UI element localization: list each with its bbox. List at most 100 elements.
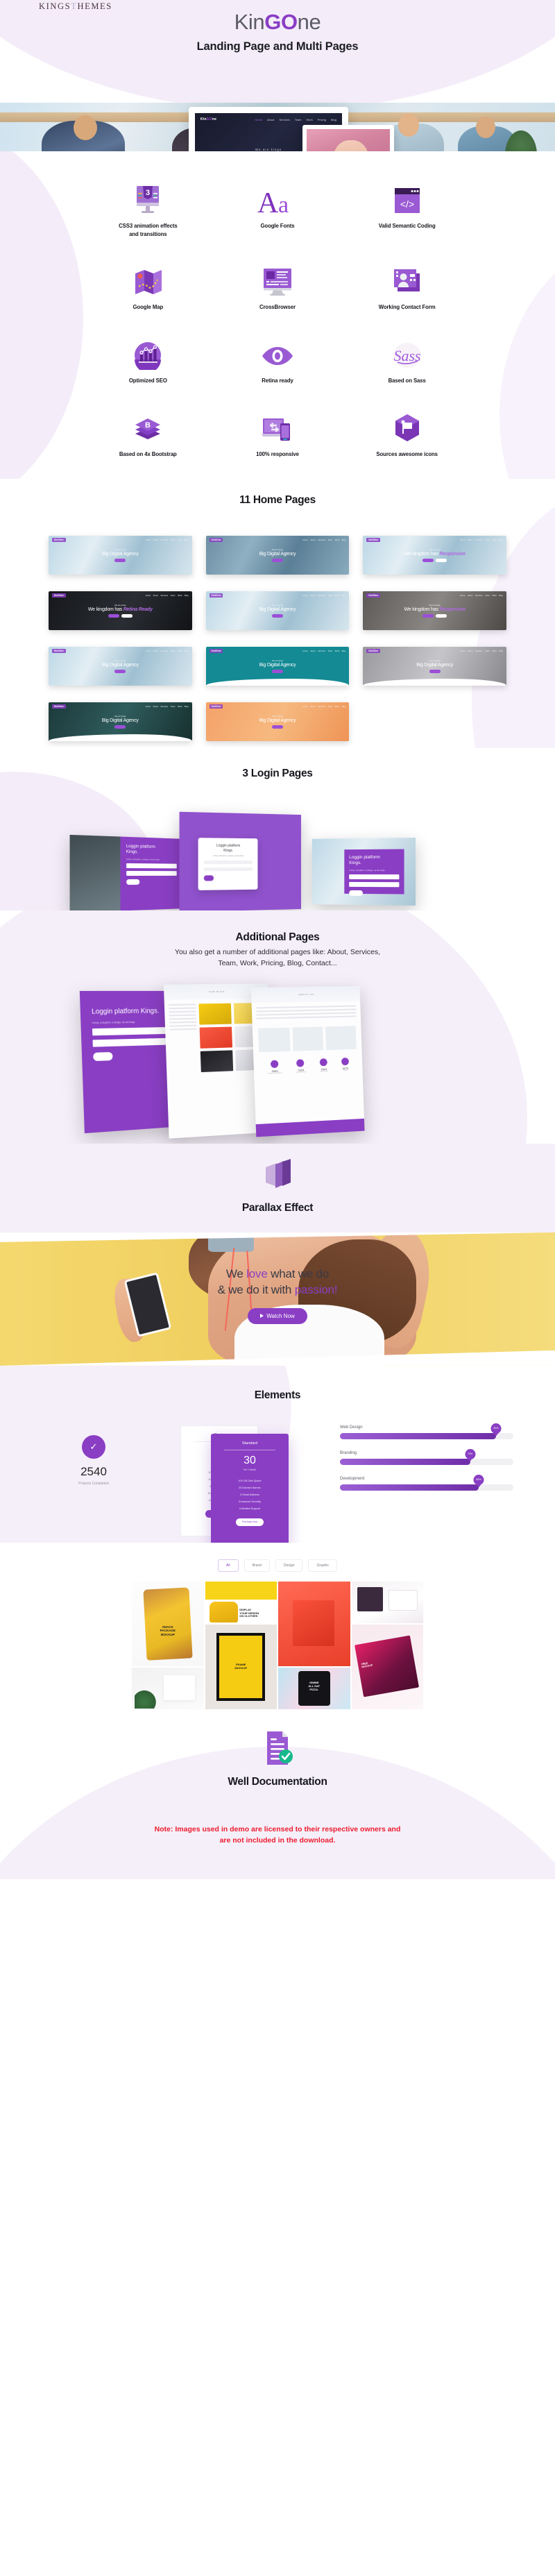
thumb-cta[interactable] (429, 670, 441, 674)
thumb-cta-secondary[interactable] (436, 614, 447, 618)
about-line (256, 1012, 357, 1016)
flag-hexagon-icon (342, 407, 472, 443)
additional-login-submit-button[interactable] (93, 1051, 113, 1061)
feature-item: </> Valid Semantic Coding (342, 179, 472, 238)
mockup-menu-item: Pricing (317, 117, 326, 121)
skill-percent-badge: 80% (473, 1474, 484, 1485)
login-mockup-1[interactable]: Loggin platform Kings. A king, a kingdom,… (69, 835, 182, 911)
portfolio-item-tshirt-mockup[interactable]: GIMME ALL DAT PIZZA. (278, 1667, 350, 1709)
counter-dot (319, 1058, 328, 1067)
home-page-thumb[interactable]: KinGOne Home About Services Team Work Blog We … (363, 591, 506, 631)
contact-card-icon (342, 260, 472, 296)
banner-line-2-highlight: passion! (294, 1283, 338, 1297)
plan-purchase-button[interactable]: Purchase Now (236, 1518, 264, 1526)
responsive-devices-icon (213, 407, 343, 443)
portfolio-item-frame-poster-mockup[interactable]: FRAME MOCKUP (205, 1624, 277, 1709)
login-3-password-field[interactable] (349, 882, 400, 888)
filter-design[interactable]: Design (275, 1559, 303, 1572)
home-page-thumb[interactable]: KinGOne Home About Services Team Work Blog We … (363, 647, 506, 686)
portfolio-item-plant-room-mockup[interactable] (132, 1667, 204, 1709)
thumb-cta-secondary[interactable] (436, 559, 447, 563)
portfolio-item-free-bar-mockup[interactable]: FREE MOCKUP (351, 1624, 423, 1709)
home-page-thumb[interactable]: KinGOne Home About Services Team Work Blog We … (205, 591, 350, 631)
plan-feature: 30 Domain Names (239, 1486, 261, 1489)
login-2-submit-button[interactable] (203, 875, 214, 881)
thumb-cta[interactable] (108, 614, 119, 618)
counter-value: 2540 (80, 1464, 107, 1478)
mockup-logo-pre: Kin (200, 117, 207, 121)
home-page-thumb[interactable]: KinGOne Home About Services Team Work Blog We … (49, 536, 192, 575)
thumb-navbar: KinGOne Home About Services Team Work Blog (209, 704, 345, 709)
counter-dot (296, 1059, 305, 1067)
login-mockup-3[interactable]: Loggin platform Kings. A king, a kingdom,… (311, 838, 416, 906)
thumb-cta[interactable] (114, 559, 126, 563)
thumb-wave (205, 679, 350, 686)
thumb-cta[interactable] (114, 725, 126, 729)
thumb-cta[interactable] (271, 559, 283, 563)
login-3-form-panel: Loggin platform Kings. A king, a kingdom,… (344, 849, 404, 897)
title-pre: Kin (234, 10, 265, 34)
login-1-email-field[interactable] (126, 863, 177, 869)
team-member-card (292, 1026, 324, 1051)
thumb-cta[interactable] (271, 725, 283, 729)
svg-text:B: B (145, 421, 151, 430)
pricing-card-standard[interactable]: Standard 30 Per 1 Month 100 GB Disk Spac… (211, 1433, 289, 1543)
skill-label: Branding (340, 1450, 357, 1455)
login-1-password-field[interactable] (126, 871, 177, 876)
login-3-email-field[interactable] (349, 874, 400, 880)
thumb-eyebrow: We are kings (114, 604, 126, 607)
feature-item: 3 CSS3 animation effects and transitions (83, 179, 213, 238)
portfolio-item-stationery-mockup[interactable] (351, 1581, 423, 1623)
login-3-submit-button[interactable] (349, 890, 363, 897)
team-member-card (258, 1027, 291, 1053)
additional-about-mockup[interactable]: ABOUT US 2540 Projects Completed 7325 Or… (250, 985, 365, 1137)
thumb-headline-text: We kingdom has (404, 607, 440, 613)
home-page-thumb[interactable]: KinGOne Home About Services Team Work Blog We … (205, 702, 350, 742)
thumb-cta[interactable] (271, 670, 283, 674)
portfolio-item-snack-package-mockup[interactable]: SNACK PACKAGE MOCKUP (132, 1581, 204, 1666)
thumb-wave (49, 734, 192, 742)
login-1-sub: A king, a kingdom, a design, we are king… (126, 858, 160, 861)
about-team-row (253, 1023, 362, 1056)
home-page-thumb[interactable]: KinGOne Home About Services Team Work Blog We … (49, 647, 192, 686)
elements-row: ✓ 2540 Projects Completed Basic 10 Per 1… (42, 1421, 513, 1543)
sidebar-line (169, 1028, 197, 1031)
portfolio-caption: DISPLAY YOUR DESIGN ON CLOTHES (239, 1607, 259, 1618)
login-1-submit-button[interactable] (126, 879, 139, 886)
thumb-cta[interactable] (422, 559, 434, 563)
feature-item: Working Contact Form (342, 260, 472, 312)
login-2-password-field[interactable] (203, 867, 253, 872)
feature-item: CrossBrowser (213, 260, 343, 312)
portfolio-item-clothes-display-mockup[interactable]: DISPLAY YOUR DESIGN ON CLOTHES (205, 1581, 277, 1623)
skill-track: 75% (340, 1448, 513, 1465)
thumb-hero: We are kings Big Digital Agency (206, 659, 350, 674)
login-2-email-field[interactable] (203, 861, 253, 865)
thumb-eyebrow: We are kings (429, 604, 441, 607)
login-mockup-2[interactable]: Loggin platform Kings. A king, a kingdom,… (179, 812, 302, 911)
additional-login-password-field[interactable] (92, 1037, 171, 1047)
documentation-section: Well Documentation Note: Images used in … (0, 1709, 555, 1880)
sidebar-line (169, 1007, 196, 1010)
home-page-thumb[interactable]: KinGOne Home About Services Team Work Blog We … (205, 647, 350, 686)
feature-item: Optimized SEO (83, 334, 213, 385)
tablet-screen (302, 125, 394, 151)
home-page-thumb[interactable]: KinGOne Home About Services Team Work Blog We … (49, 591, 192, 631)
skill-row: Development 80% (340, 1474, 513, 1491)
thumb-cta[interactable] (422, 614, 434, 618)
thumb-cta[interactable] (114, 670, 126, 674)
thumb-cta[interactable] (271, 614, 283, 618)
portfolio-item-red-box-mockup[interactable] (278, 1581, 350, 1666)
filter-all[interactable]: All (218, 1559, 239, 1572)
thumb-headline: We kingdom has Responsive (363, 552, 506, 557)
filter-brand[interactable]: Brand (244, 1559, 270, 1572)
documentation-content: Well Documentation (0, 1730, 555, 1788)
thumb-cta-secondary[interactable] (121, 614, 133, 618)
home-page-thumb[interactable]: KinGOne Home About Services Team Work Blog We … (363, 536, 506, 575)
login-1-heading: Loggin platform Kings. (126, 844, 155, 856)
poster-frame: FRAME MOCKUP (216, 1633, 266, 1701)
additional-login-email-field[interactable] (92, 1026, 171, 1035)
home-page-thumb[interactable]: KinGOne Home About Services Team Work Blog We … (49, 702, 192, 742)
filter-graphic[interactable]: Graphic (308, 1559, 337, 1572)
home-page-thumb[interactable]: KinGOne Home About Services Team Work Blog We … (205, 536, 350, 575)
watch-now-button[interactable]: Watch Now (248, 1307, 307, 1324)
